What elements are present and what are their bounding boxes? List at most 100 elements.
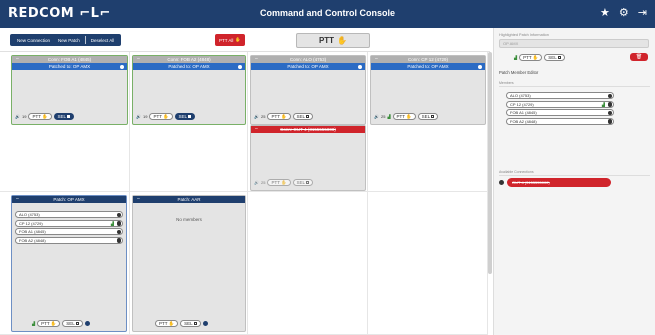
hand-icon: ✋: [168, 321, 175, 326]
patch-name-field[interactable]: OP AMX: [499, 39, 649, 48]
sel-label: SEL: [57, 114, 67, 119]
hand-icon: ✋: [280, 180, 287, 185]
card-header: – Conn: OUT 4 (3155555000): [251, 126, 365, 133]
add-connection-icon[interactable]: [499, 180, 504, 185]
ptt-toggle[interactable]: PTT ✋: [267, 113, 291, 120]
ptt-toggle[interactable]: PTT ✋: [267, 179, 291, 186]
ptt-toggle[interactable]: PTT ✋: [149, 113, 173, 120]
speaker-icon[interactable]: 🔊: [15, 114, 20, 119]
exit-icon[interactable]: ⇥: [638, 6, 647, 19]
sel-toggle[interactable]: SEL: [53, 113, 75, 120]
console-grid: – Conn: FOB A1 (4845) Patched to: OP AMX …: [0, 52, 490, 335]
sel-toggle[interactable]: SEL: [417, 113, 439, 120]
volume-value: 19: [142, 114, 148, 119]
signal-icon: ▟: [110, 220, 114, 226]
ptt-button[interactable]: PTT ✋: [296, 33, 370, 48]
hand-icon: ✋: [162, 114, 169, 119]
connection-card-cp12[interactable]: – Conn: CP 12 (4729) Patched to: OP AMX 🔊…: [370, 55, 486, 125]
patch-status-bar: Patched to: OP AMX: [133, 63, 245, 70]
grid-cell: [368, 192, 488, 335]
ptt-label: PTT: [153, 114, 162, 119]
collapse-icon[interactable]: –: [137, 56, 140, 63]
card-title: Conn: OUT 4 (3155555000): [280, 127, 336, 132]
card-title: Conn: CP 12 (4729): [408, 57, 448, 62]
speaker-icon[interactable]: 🔊: [136, 114, 141, 119]
sel-toggle[interactable]: SEL: [292, 113, 314, 120]
checkbox-icon: [67, 115, 71, 118]
patch-info-panel: Highlighted Patch Information OP AMX ▟ P…: [493, 28, 655, 335]
grid-scrollbar[interactable]: [488, 52, 492, 274]
available-connection-row: OUT 4 (3155555000): [499, 178, 611, 187]
remove-member-icon[interactable]: [116, 221, 121, 226]
ptt-label: PTT: [318, 36, 335, 45]
ptt-toggle[interactable]: PTT ✋: [155, 320, 179, 327]
card-header: – Conn: FOB A1 (4845): [12, 56, 127, 63]
delete-patch-button[interactable]: 🗑: [630, 53, 648, 61]
volume-value: 25: [380, 114, 386, 119]
collapse-icon[interactable]: –: [255, 56, 258, 63]
collapse-icon[interactable]: –: [375, 56, 378, 63]
available-connection-item[interactable]: OUT 4 (3155555000): [507, 178, 611, 187]
speaker-icon[interactable]: 🔊: [374, 114, 379, 119]
gear-icon[interactable]: ⚙: [619, 6, 629, 19]
ptt-toggle[interactable]: PTT ✋: [392, 113, 416, 120]
sel-toggle[interactable]: SEL: [62, 320, 83, 327]
sel-label: SEL: [296, 180, 306, 185]
ptt-toggle[interactable]: PTT ✋: [37, 320, 61, 327]
collapse-icon[interactable]: –: [137, 196, 140, 203]
status-dot-icon: [202, 321, 208, 326]
speaker-icon[interactable]: 🔊: [254, 114, 259, 119]
member-name: FOB A2 (4848): [510, 118, 537, 124]
status-dot-icon: [358, 64, 362, 69]
remove-member-icon[interactable]: [116, 229, 121, 235]
hand-icon: ✋: [337, 36, 348, 45]
new-connection-button[interactable]: New Connection: [14, 38, 53, 43]
star-icon[interactable]: ★: [600, 6, 610, 19]
patch-member-row: ALO (4753): [15, 211, 123, 218]
divider: [499, 175, 650, 176]
volume-value: 25: [260, 180, 266, 185]
signal-icon: ▟: [387, 114, 391, 119]
connection-card-out4[interactable]: – Conn: OUT 4 (3155555000) 🔊 25 PTT ✋ SEL: [250, 125, 366, 191]
card-header: – Patch: OP AMX: [12, 196, 126, 203]
sel-toggle[interactable]: SEL: [544, 54, 565, 61]
remove-member-icon[interactable]: [607, 93, 612, 98]
patch-card-aar[interactable]: – Patch: AAR No members PTT ✋ SEL: [132, 195, 246, 332]
ptt-toggle[interactable]: PTT ✋: [519, 54, 543, 61]
ptt-all-button[interactable]: PTT All ✋: [215, 34, 245, 46]
card-header: – Conn: FOB A2 (4848): [133, 56, 245, 63]
collapse-icon[interactable]: –: [16, 56, 19, 63]
ptt-toggle[interactable]: PTT ✋: [28, 113, 52, 120]
collapse-icon[interactable]: –: [255, 126, 258, 133]
speaker-icon[interactable]: 🔊: [254, 180, 259, 185]
member-name: ALO (4753): [510, 93, 531, 98]
remove-member-icon[interactable]: [116, 238, 121, 243]
connection-card-fob-a2[interactable]: – Conn: FOB A2 (4848) Patched to: OP AMX …: [132, 55, 246, 125]
connection-card-fob-a1[interactable]: – Conn: FOB A1 (4845) Patched to: OP AMX …: [11, 55, 128, 125]
hand-icon: ✋: [532, 55, 539, 60]
card-header: – Conn: ALO (4753): [251, 56, 365, 63]
toolbar-button-group: New Connection New Patch Deselect All: [10, 34, 122, 46]
sel-toggle[interactable]: SEL: [174, 113, 196, 120]
patched-to-label: Patched to: OP AMX: [168, 64, 210, 69]
panel-member-row: CP 12 (4729) ▟: [506, 100, 614, 108]
sel-toggle[interactable]: SEL: [292, 179, 314, 186]
patch-card-op-amx[interactable]: – Patch: OP AMX ALO (4753) CP 12 (4729) ▟ …: [11, 195, 127, 332]
connection-card-alo[interactable]: – Conn: ALO (4753) Patched to: OP AMX 🔊 2…: [250, 55, 366, 125]
remove-member-icon[interactable]: [607, 102, 612, 107]
deselect-all-button[interactable]: Deselect All: [88, 38, 118, 43]
hand-icon: ✋: [280, 114, 287, 119]
toolbar: New Connection New Patch Deselect All PT…: [0, 28, 490, 52]
divider: [499, 86, 650, 87]
status-dot-icon: [84, 321, 90, 326]
remove-member-icon[interactable]: [607, 119, 612, 124]
ptt-label: PTT: [32, 114, 41, 119]
sel-toggle[interactable]: SEL: [180, 320, 201, 327]
patch-member-editor-label: Patch Member Editor: [499, 70, 539, 75]
remove-member-icon[interactable]: [607, 110, 612, 116]
new-patch-button[interactable]: New Patch: [55, 38, 83, 43]
collapse-icon[interactable]: –: [16, 196, 19, 203]
remove-member-icon[interactable]: [116, 212, 121, 217]
hand-icon: ✋: [235, 37, 242, 42]
grid-cell: [248, 192, 368, 335]
